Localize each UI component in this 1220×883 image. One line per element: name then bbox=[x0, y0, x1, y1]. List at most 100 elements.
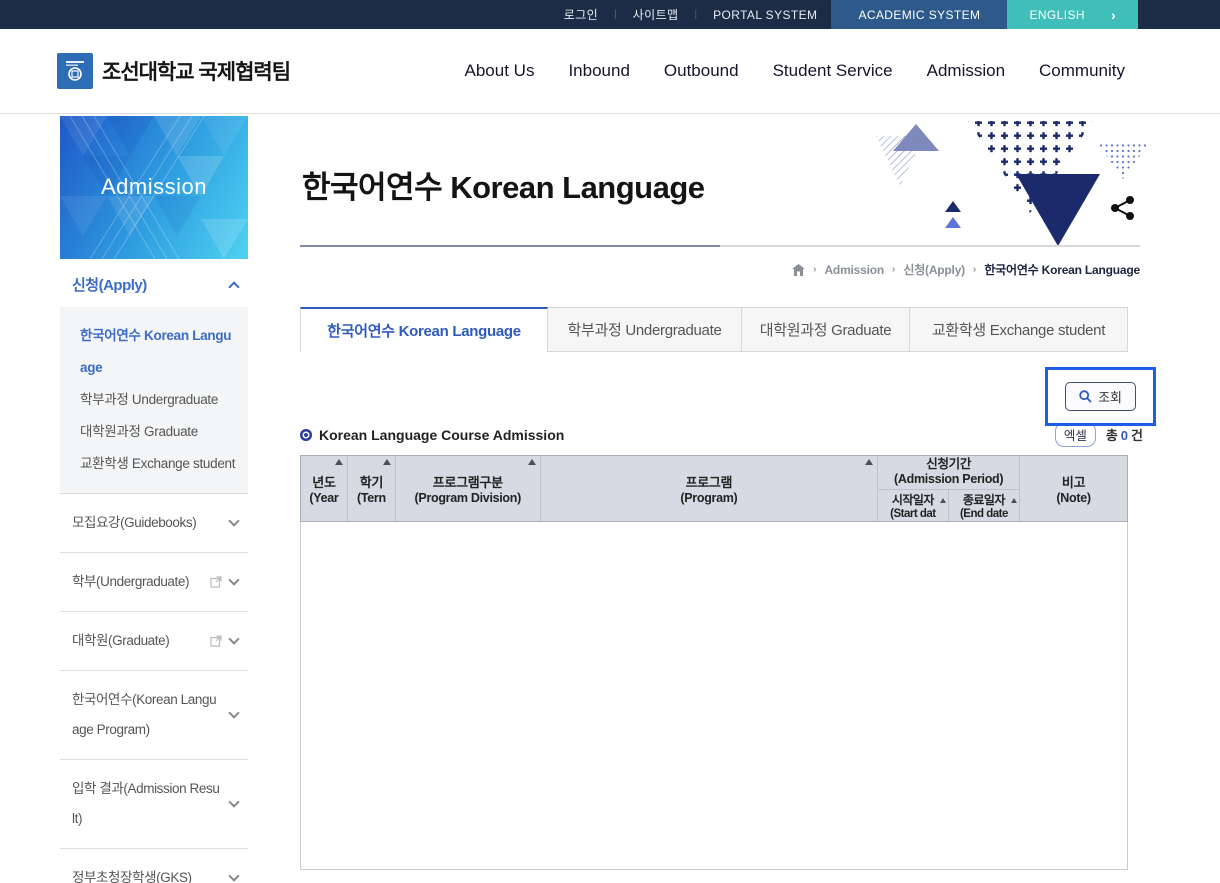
column-label: (End date bbox=[960, 508, 1008, 520]
external-link-icon bbox=[210, 635, 222, 647]
separator: | bbox=[694, 9, 697, 20]
topbar-spacer bbox=[1138, 0, 1220, 29]
sort-ascending-icon[interactable] bbox=[1011, 498, 1017, 503]
column-start-date: 시작일자 (Start dat bbox=[878, 490, 949, 522]
sidebar-item-graduate[interactable]: 대학원(Graduate) bbox=[60, 611, 248, 670]
chevron-up-icon bbox=[228, 281, 239, 292]
share-icon[interactable] bbox=[1111, 196, 1134, 220]
page-body: Admission 신청(Apply) 한국어연수 Korean Languag… bbox=[0, 114, 1220, 882]
sort-ascending-icon[interactable] bbox=[528, 459, 536, 465]
home-icon[interactable] bbox=[792, 264, 805, 276]
column-admission-period: 신청기간 (Admission Period) 시작일자 (Start dat … bbox=[878, 456, 1020, 521]
sidebar-section-apply[interactable]: 신청(Apply) bbox=[60, 259, 248, 307]
nav-community[interactable]: Community bbox=[1039, 61, 1125, 81]
total-suffix: 건 bbox=[1131, 428, 1143, 443]
column-label: 프로그램구분 bbox=[433, 472, 503, 491]
sidebar-banner: Admission bbox=[60, 116, 248, 259]
nav-about-us[interactable]: About Us bbox=[465, 61, 535, 81]
nav-inbound[interactable]: Inbound bbox=[568, 61, 629, 81]
sidebar-item-guidebooks[interactable]: 모집요강(Guidebooks) bbox=[60, 493, 248, 552]
column-note: 비고 (Note) bbox=[1020, 456, 1127, 521]
table-header: 년도 (Year 학기 (Tern 프로그램구분 (Program Divisi… bbox=[300, 455, 1128, 522]
sidebar-item-korean-language-program[interactable]: 한국어연수(Korean Language Program) bbox=[60, 670, 248, 759]
external-link-icon bbox=[210, 576, 222, 588]
chevron-down-icon bbox=[228, 870, 239, 881]
tab-graduate[interactable]: 대학원과정 Graduate bbox=[742, 307, 910, 352]
apply-label: 신청(Apply) bbox=[72, 274, 147, 295]
tab-undergraduate[interactable]: 학부과정 Undergraduate bbox=[548, 307, 742, 352]
sidebar: Admission 신청(Apply) 한국어연수 Korean Languag… bbox=[60, 116, 248, 883]
chevron-down-icon bbox=[228, 707, 239, 718]
language-select-button[interactable]: ENGLISH › bbox=[1007, 0, 1138, 29]
chevron-down-icon bbox=[228, 574, 239, 585]
chevron-down-icon bbox=[228, 515, 239, 526]
nav-admission[interactable]: Admission bbox=[927, 61, 1005, 81]
total-count-value: 0 bbox=[1118, 428, 1131, 443]
sort-ascending-icon[interactable] bbox=[383, 459, 391, 465]
section-row: Korean Language Course Admission 엑셀 총0건 bbox=[300, 422, 1143, 447]
logo-text: 조선대학교 국제협력팀 bbox=[102, 56, 290, 86]
tab-korean-language[interactable]: 한국어연수 Korean Language bbox=[300, 307, 548, 352]
portal-system-link[interactable]: PORTAL SYSTEM bbox=[713, 8, 817, 22]
breadcrumb-separator: › bbox=[973, 264, 976, 275]
sidebar-item-label: 학부(Undergraduate) bbox=[72, 567, 189, 597]
decorative-triangles bbox=[868, 116, 1168, 248]
sort-ascending-icon[interactable] bbox=[335, 459, 343, 465]
breadcrumb-separator: › bbox=[813, 264, 816, 275]
apply-submenu: 한국어연수 Korean Language 학부과정 Undergraduate… bbox=[60, 307, 248, 493]
nav-outbound[interactable]: Outbound bbox=[664, 61, 739, 81]
search-button[interactable]: 조회 bbox=[1065, 382, 1136, 411]
column-label: (Admission Period) bbox=[894, 472, 1003, 487]
column-label: (Year bbox=[309, 491, 338, 505]
sidebar-item-undergraduate[interactable]: 학부(Undergraduate) bbox=[60, 552, 248, 611]
sort-ascending-icon[interactable] bbox=[865, 459, 873, 465]
sitemap-link[interactable]: 사이트맵 bbox=[633, 6, 679, 23]
table-body-empty bbox=[300, 522, 1128, 870]
column-program-division: 프로그램구분 (Program Division) bbox=[396, 456, 541, 521]
column-end-date: 종료일자 (End date bbox=[949, 490, 1020, 522]
submenu-graduate[interactable]: 대학원과정 Graduate bbox=[80, 416, 238, 448]
breadcrumb: › Admission › 신청(Apply) › 한국어연수 Korean L… bbox=[300, 247, 1140, 278]
admission-table: 년도 (Year 학기 (Tern 프로그램구분 (Program Divisi… bbox=[300, 455, 1128, 870]
total-count: 총0건 bbox=[1106, 425, 1143, 444]
global-nav: About Us Inbound Outbound Student Servic… bbox=[465, 61, 1125, 81]
submenu-korean-language[interactable]: 한국어연수 Korean Language bbox=[80, 320, 238, 384]
admission-period-subcolumns: 시작일자 (Start dat 종료일자 (End date bbox=[878, 490, 1019, 522]
column-label: (Tern bbox=[357, 491, 386, 505]
sidebar-item-gks[interactable]: 정부초청장학생(GKS) bbox=[60, 848, 248, 883]
tab-exchange-student[interactable]: 교환학생 Exchange student bbox=[910, 307, 1128, 352]
search-button-label: 조회 bbox=[1098, 387, 1122, 406]
submenu-undergraduate[interactable]: 학부과정 Undergraduate bbox=[80, 384, 238, 416]
site-header: 조선대학교 국제협력팀 About Us Inbound Outbound St… bbox=[0, 29, 1220, 114]
main-content: 한국어연수 Korean Language › Admission › 신청(A… bbox=[300, 114, 1156, 870]
magnifier-icon bbox=[1079, 390, 1092, 403]
logo[interactable]: 조선대학교 국제협력팀 bbox=[57, 53, 290, 89]
column-label: 학기 bbox=[360, 472, 383, 491]
column-label: (Start dat bbox=[890, 508, 935, 520]
sidebar-item-label: 정부초청장학생(GKS) bbox=[72, 863, 192, 883]
nav-student-service[interactable]: Student Service bbox=[773, 61, 893, 81]
login-link[interactable]: 로그인 bbox=[564, 6, 598, 23]
admission-period-group-header: 신청기간 (Admission Period) bbox=[878, 456, 1019, 490]
breadcrumb-admission[interactable]: Admission bbox=[824, 263, 884, 277]
utility-bar: 로그인 | 사이트맵 | PORTAL SYSTEM ACADEMIC SYST… bbox=[0, 0, 1220, 29]
breadcrumb-current: 한국어연수 Korean Language bbox=[984, 261, 1140, 278]
chevron-right-icon: › bbox=[1111, 7, 1116, 23]
breadcrumb-apply[interactable]: 신청(Apply) bbox=[903, 261, 965, 278]
column-label: (Note) bbox=[1056, 491, 1090, 505]
column-label: 신청기간 bbox=[926, 457, 971, 472]
tab-bar: 한국어연수 Korean Language 학부과정 Undergraduate… bbox=[300, 307, 1128, 352]
sidebar-item-label: 모집요강(Guidebooks) bbox=[72, 508, 196, 538]
sidebar-item-label: 대학원(Graduate) bbox=[72, 626, 169, 656]
sidebar-banner-title: Admission bbox=[60, 174, 248, 200]
sidebar-item-admission-result[interactable]: 입학 결과(Admission Result) bbox=[60, 759, 248, 848]
column-label: 비고 bbox=[1062, 472, 1085, 491]
toolbar: 조회 bbox=[300, 352, 1156, 418]
separator: | bbox=[614, 9, 617, 20]
search-highlight-box: 조회 bbox=[1045, 367, 1156, 426]
english-label: ENGLISH bbox=[1029, 8, 1084, 22]
submenu-exchange-student[interactable]: 교환학생 Exchange student bbox=[80, 448, 238, 480]
sort-ascending-icon[interactable] bbox=[940, 498, 946, 503]
university-emblem-icon bbox=[57, 53, 93, 89]
academic-system-button[interactable]: ACADEMIC SYSTEM bbox=[831, 0, 1007, 29]
